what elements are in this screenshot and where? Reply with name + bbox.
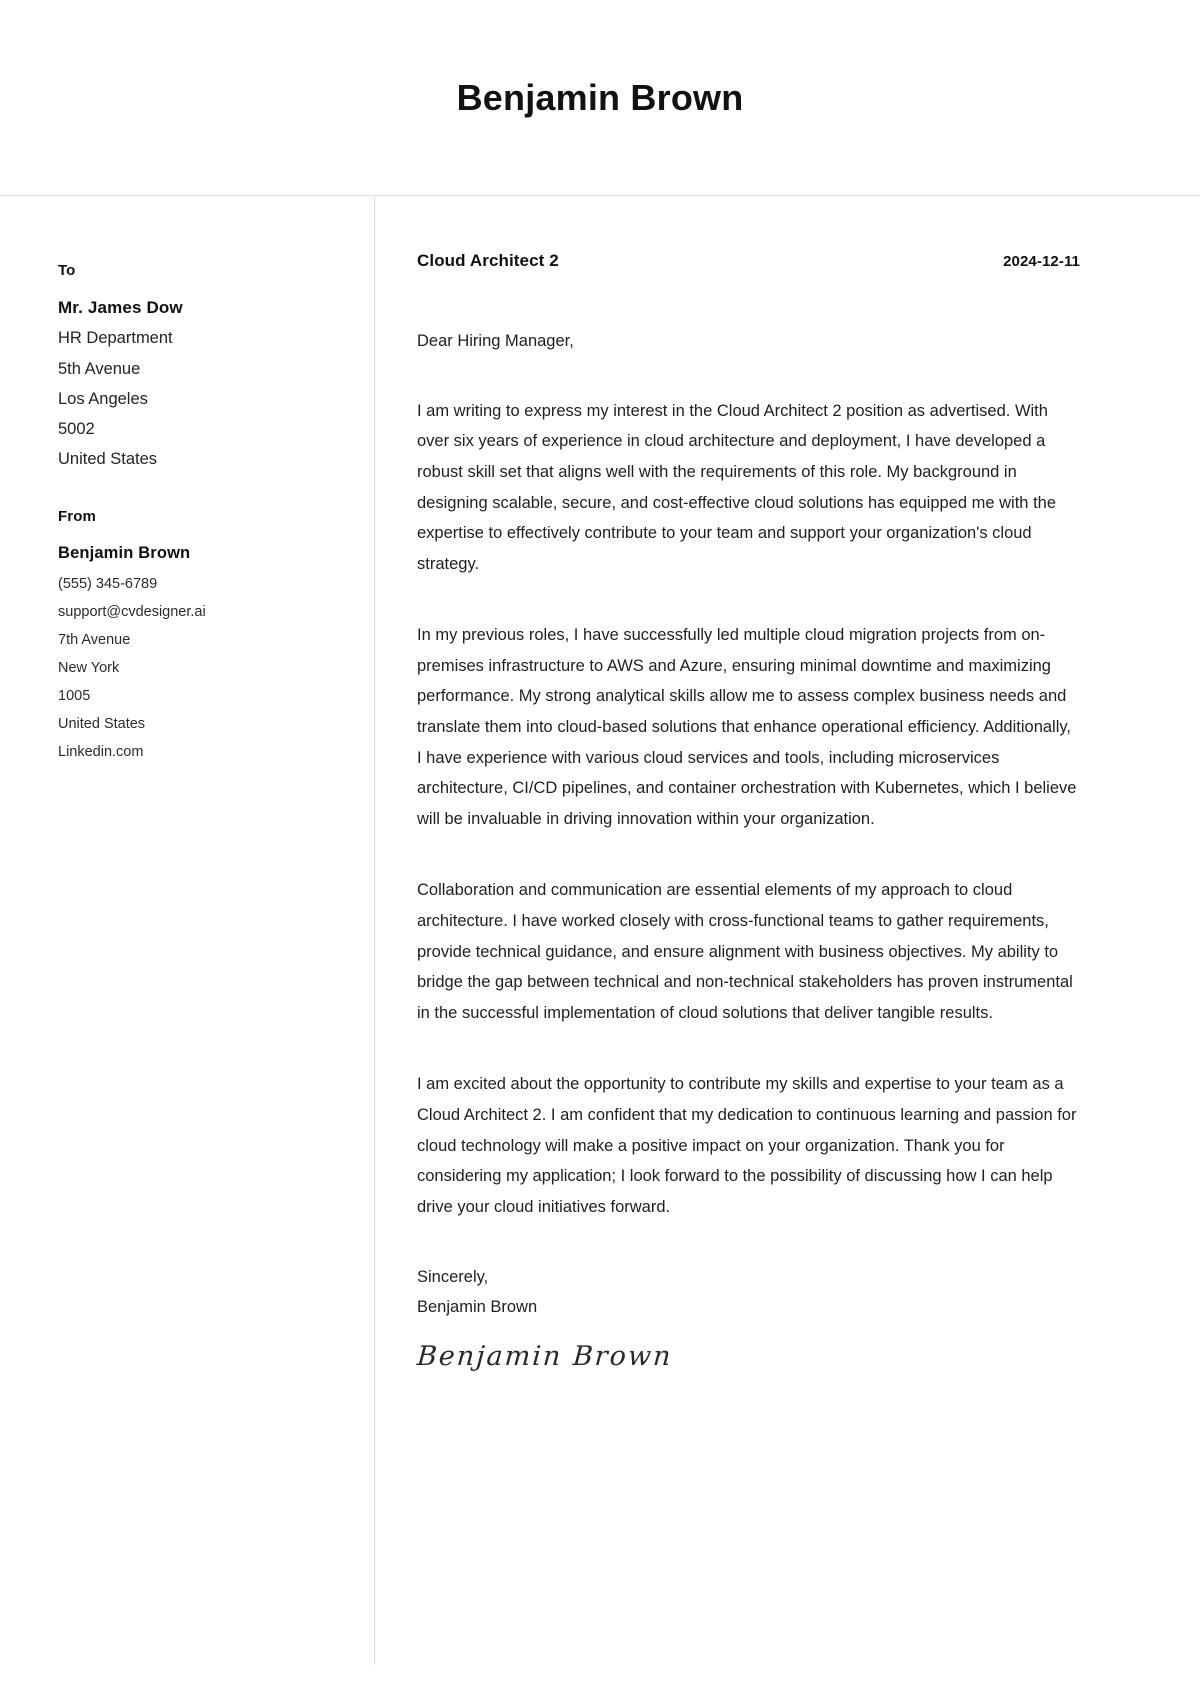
- closing-block: Sincerely, Benjamin Brown: [417, 1263, 1080, 1322]
- sender-block: From Benjamin Brown (555) 345-6789 suppo…: [58, 508, 344, 766]
- to-heading: To: [58, 262, 76, 279]
- sender-name: Benjamin Brown: [58, 544, 191, 563]
- letter-body: To Mr. James Dow HR Department 5th Avenu…: [0, 196, 1200, 1683]
- salutation: Dear Hiring Manager,: [417, 332, 574, 350]
- address-line: New York: [58, 659, 120, 676]
- body-paragraph: In my previous roles, I have successfull…: [417, 626, 1077, 828]
- body-paragraph: I am writing to express my interest in t…: [417, 401, 1057, 573]
- page-title: Benjamin Brown: [456, 76, 744, 118]
- address-line: HR Department: [58, 329, 173, 348]
- address-line: 5002: [58, 419, 95, 438]
- recipient-block: To Mr. James Dow HR Department 5th Avenu…: [58, 262, 344, 474]
- cover-letter-page: Benjamin Brown To Mr. James Dow HR Depar…: [0, 0, 1200, 1684]
- address-line: 5th Avenue: [58, 359, 141, 378]
- signature: Benjamin Brown: [415, 1340, 674, 1372]
- address-line: United States: [58, 715, 146, 732]
- from-heading: From: [58, 508, 96, 526]
- recipient-address: HR Department 5th Avenue Los Angeles 500…: [58, 323, 344, 474]
- closing-name: Benjamin Brown: [417, 1298, 538, 1317]
- letter-main-column: Cloud Architect 2 2024-12-11 Dear Hiring…: [375, 196, 1200, 1373]
- job-title: Cloud Architect 2: [417, 251, 559, 270]
- letter-date: 2024-12-11: [1003, 253, 1080, 270]
- linkedin-line[interactable]: Linkedin.com: [58, 739, 344, 767]
- phone-line: (555) 345-6789: [58, 575, 158, 592]
- recipient-name: Mr. James Dow: [58, 298, 183, 317]
- closing-word: Sincerely,: [417, 1268, 489, 1287]
- address-line: 7th Avenue: [58, 631, 131, 648]
- address-line: United States: [58, 450, 158, 469]
- letter-meta-row: Cloud Architect 2 2024-12-11: [417, 251, 1080, 271]
- sender-contact-details: (555) 345-6789 support@cvdesigner.ai 7th…: [58, 571, 344, 767]
- letter-header: Benjamin Brown: [0, 0, 1200, 196]
- body-paragraph: I am excited about the opportunity to co…: [417, 1075, 1077, 1216]
- contact-sidebar: To Mr. James Dow HR Department 5th Avenu…: [0, 196, 375, 1665]
- email-line[interactable]: support@cvdesigner.ai: [58, 599, 344, 627]
- address-line: 1005: [58, 687, 91, 704]
- address-line: Los Angeles: [58, 389, 148, 408]
- body-paragraph: Collaboration and communication are esse…: [417, 881, 1073, 1022]
